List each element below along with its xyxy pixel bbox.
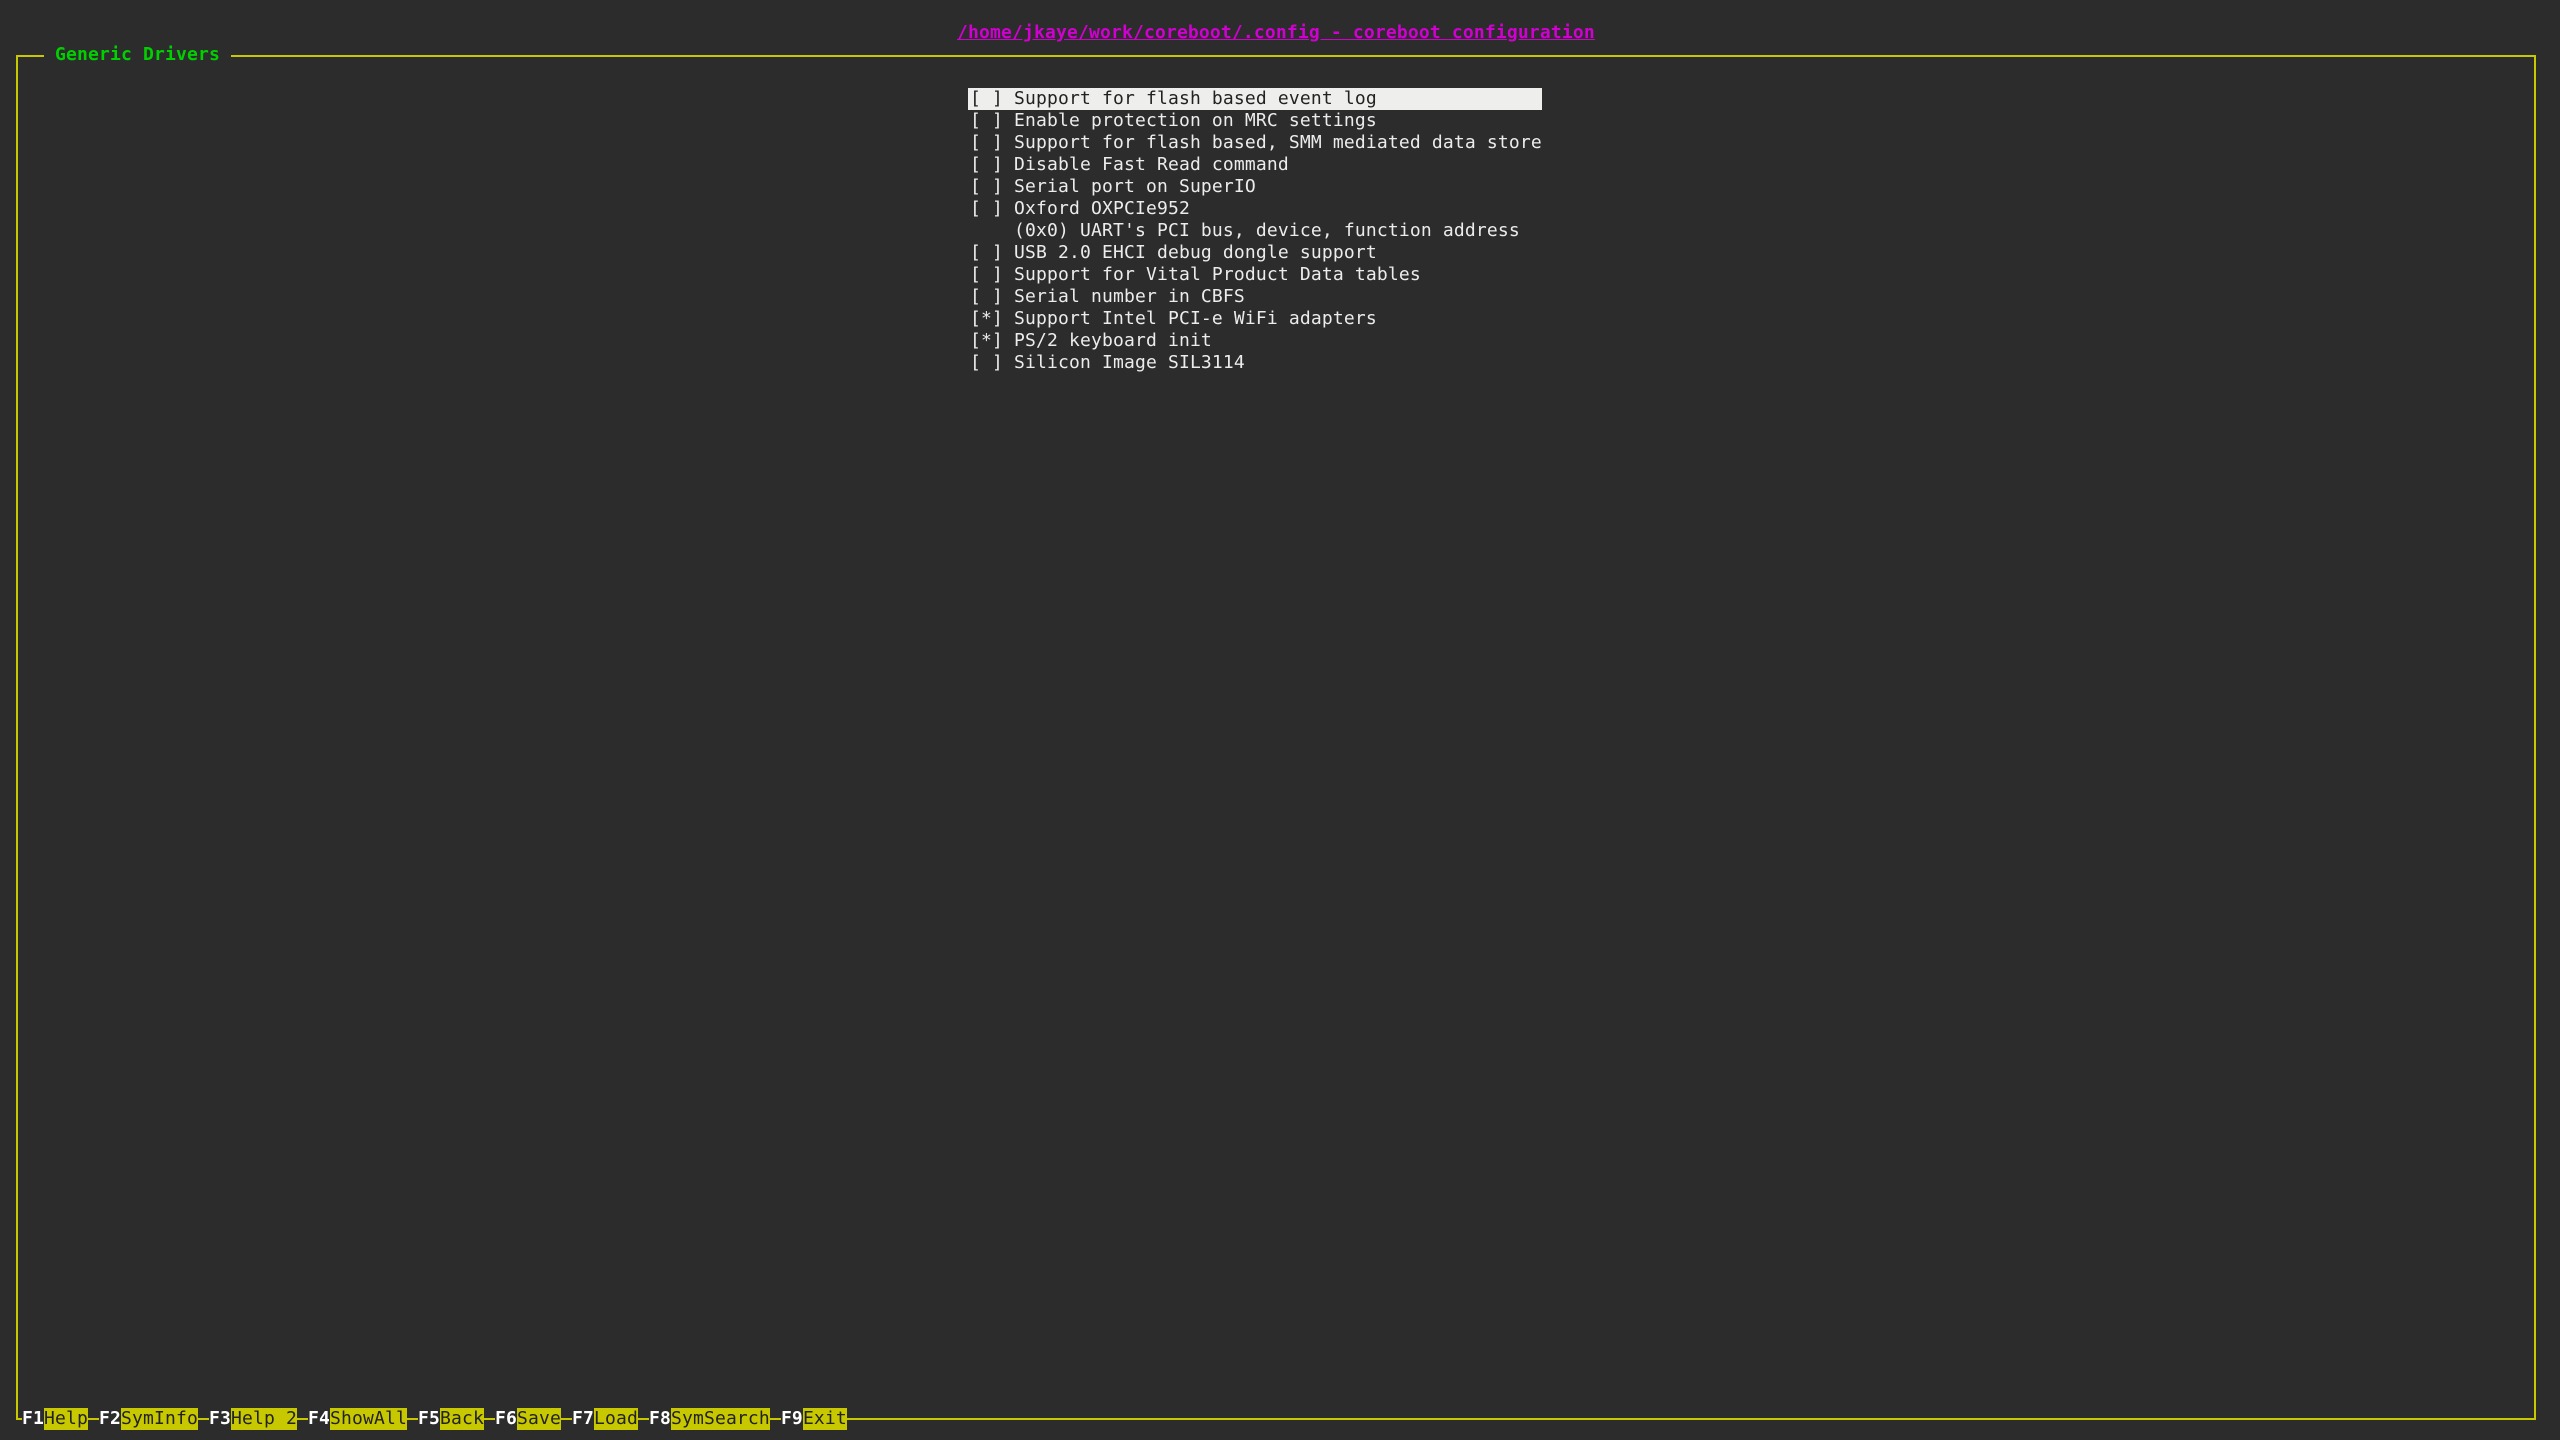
- f4-key[interactable]: F4: [308, 1408, 330, 1430]
- menu-item-ps2-keyboard[interactable]: [*] PS/2 keyboard init: [968, 330, 1542, 352]
- menu-item-serial-number-cbfs[interactable]: [ ] Serial number in CBFS: [968, 286, 1542, 308]
- help2-button[interactable]: Help 2: [231, 1408, 297, 1430]
- window-title: /home/jkaye/work/coreboot/.config - core…: [957, 22, 1595, 44]
- separator: [484, 1408, 495, 1430]
- syminfo-button[interactable]: SymInfo: [121, 1408, 198, 1430]
- save-button[interactable]: Save: [517, 1408, 561, 1430]
- exit-button[interactable]: Exit: [803, 1408, 847, 1430]
- separator: [198, 1408, 209, 1430]
- menu-item-uart-pci-address[interactable]: (0x0) UART's PCI bus, device, function a…: [968, 220, 1542, 242]
- showall-button[interactable]: ShowAll: [330, 1408, 407, 1430]
- separator: [297, 1408, 308, 1430]
- f5-key[interactable]: F5: [418, 1408, 440, 1430]
- menu-item-disable-fast-read[interactable]: [ ] Disable Fast Read command: [968, 154, 1542, 176]
- separator: [561, 1408, 572, 1430]
- menu-item-sil3114[interactable]: [ ] Silicon Image SIL3114: [968, 352, 1542, 374]
- f9-key[interactable]: F9: [781, 1408, 803, 1430]
- menu-item-serial-superio[interactable]: [ ] Serial port on SuperIO: [968, 176, 1542, 198]
- f2-key[interactable]: F2: [99, 1408, 121, 1430]
- menu-list: [ ] Support for flash based event log [ …: [968, 88, 1542, 374]
- symsearch-button[interactable]: SymSearch: [671, 1408, 770, 1430]
- frame-title: Generic Drivers: [44, 44, 231, 66]
- menu-item-smm-data-store[interactable]: [ ] Support for flash based, SMM mediate…: [968, 132, 1542, 154]
- separator: [88, 1408, 99, 1430]
- menu-item-oxford-oxpcie952[interactable]: [ ] Oxford OXPCIe952: [968, 198, 1542, 220]
- f6-key[interactable]: F6: [495, 1408, 517, 1430]
- separator: [638, 1408, 649, 1430]
- help-button[interactable]: Help: [44, 1408, 88, 1430]
- menu-item-vpd-tables[interactable]: [ ] Support for Vital Product Data table…: [968, 264, 1542, 286]
- f7-key[interactable]: F7: [572, 1408, 594, 1430]
- f8-key[interactable]: F8: [649, 1408, 671, 1430]
- separator: [770, 1408, 781, 1430]
- menu-item-mrc-protection[interactable]: [ ] Enable protection on MRC settings: [968, 110, 1542, 132]
- separator: [407, 1408, 418, 1430]
- f1-key[interactable]: F1: [22, 1408, 44, 1430]
- f3-key[interactable]: F3: [209, 1408, 231, 1430]
- load-button[interactable]: Load: [594, 1408, 638, 1430]
- menu-item-flash-event-log[interactable]: [ ] Support for flash based event log: [968, 88, 1542, 110]
- function-key-bar: F1Help F2SymInfo F3Help 2 F4ShowAll F5Ba…: [16, 1408, 2536, 1430]
- back-button[interactable]: Back: [440, 1408, 484, 1430]
- menu-item-intel-wifi[interactable]: [*] Support Intel PCI-e WiFi adapters: [968, 308, 1542, 330]
- menu-item-ehci-debug[interactable]: [ ] USB 2.0 EHCI debug dongle support: [968, 242, 1542, 264]
